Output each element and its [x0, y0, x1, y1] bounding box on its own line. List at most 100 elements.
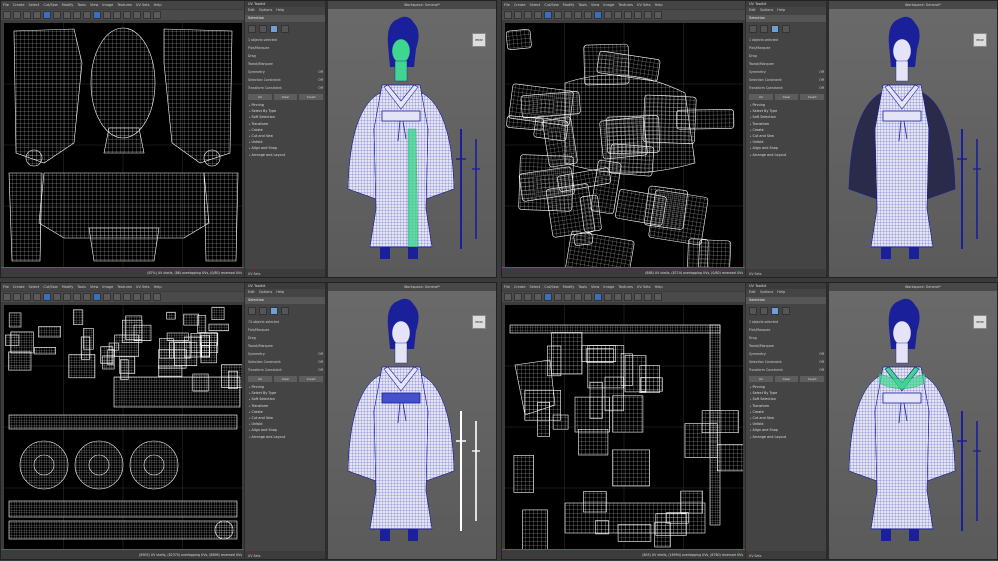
selection-section-header[interactable]: Selection	[245, 15, 326, 22]
toolkit-menu-edit[interactable]: Edit	[749, 289, 756, 296]
uv-tool-icon[interactable]	[624, 11, 632, 19]
transform-constraint-dropdown[interactable]: Off	[318, 368, 323, 372]
uv-canvas[interactable]	[505, 23, 743, 267]
transform-constraint-dropdown[interactable]: Off	[819, 86, 824, 90]
uv-tool-icon[interactable]	[143, 11, 151, 19]
toolkit-menu-edit[interactable]: Edit	[749, 7, 756, 14]
uv-tool-icon[interactable]	[584, 11, 592, 19]
uv-menu-uvsets[interactable]: UV Sets	[136, 283, 150, 291]
uv-tool-icon[interactable]	[23, 293, 31, 301]
vertex-mode-icon[interactable]	[248, 25, 256, 33]
face-mode-icon[interactable]	[771, 25, 779, 33]
drag-row[interactable]: Drag	[746, 334, 827, 342]
uv-tool-icon[interactable]	[654, 11, 662, 19]
uv-tool-icon[interactable]	[614, 293, 622, 301]
uv-tool-icon[interactable]	[554, 11, 562, 19]
uv-menu-textures[interactable]: Textures	[117, 283, 132, 291]
toolkit-menu-help[interactable]: Help	[777, 289, 785, 296]
uv-tool-icon[interactable]	[554, 293, 562, 301]
selection-section-header[interactable]: Selection	[746, 297, 827, 304]
uv-tool-icon[interactable]	[604, 11, 612, 19]
toolkit-menu-help[interactable]: Help	[777, 7, 785, 14]
uv-tool-icon[interactable]	[53, 11, 61, 19]
transform-constraint-dropdown[interactable]: Off	[318, 86, 323, 90]
uv-menu-help[interactable]: Help	[655, 1, 663, 9]
uv-tool-icon[interactable]	[83, 11, 91, 19]
uv-menu-select[interactable]: Select	[530, 1, 541, 9]
uv-sets-bar[interactable]: UV Sets	[245, 269, 327, 277]
tweak-marquee-row[interactable]: Tweak/Marquee	[746, 342, 827, 350]
uv-menu-cutsew[interactable]: Cut/Sew	[43, 283, 57, 291]
uv-tool-icon[interactable]	[604, 293, 612, 301]
symmetry-dropdown[interactable]: Off	[318, 70, 323, 74]
section-arrange-and-layout[interactable]: Arrange and Layout	[245, 152, 326, 158]
uv-tool-icon[interactable]	[544, 11, 552, 19]
uv-menu-select[interactable]: Select	[29, 283, 40, 291]
uv-tool-icon[interactable]	[644, 293, 652, 301]
toolkit-menu-help[interactable]: Help	[276, 7, 284, 14]
clear-button[interactable]: Clear	[273, 94, 298, 100]
uv-tool-icon[interactable]	[133, 11, 141, 19]
uv-menu-view[interactable]: View	[591, 1, 599, 9]
uv-tool-icon[interactable]	[33, 11, 41, 19]
uv-tool-icon[interactable]	[534, 11, 542, 19]
uv-tool-icon[interactable]	[594, 293, 602, 301]
select-all-button[interactable]: All	[248, 94, 272, 100]
uv-tool-icon[interactable]	[53, 293, 61, 301]
invert-button[interactable]: Invert	[800, 376, 825, 382]
uv-tool-icon[interactable]	[644, 11, 652, 19]
uv-tool-icon[interactable]	[634, 11, 642, 19]
uv-tool-icon[interactable]	[123, 11, 131, 19]
uv-tool-icon[interactable]	[504, 293, 512, 301]
uv-menu-cutsew[interactable]: Cut/Sew	[43, 1, 57, 9]
invert-button[interactable]: Invert	[299, 376, 324, 382]
face-mode-icon[interactable]	[771, 307, 779, 315]
uv-menu-file[interactable]: File	[3, 283, 9, 291]
vertex-mode-icon[interactable]	[248, 307, 256, 315]
toolkit-menu-help[interactable]: Help	[276, 289, 284, 296]
selection-constraint-dropdown[interactable]: Off	[819, 360, 824, 364]
tweak-marquee-row[interactable]: Tweak/Marquee	[746, 60, 827, 68]
uv-tool-icon[interactable]	[73, 11, 81, 19]
invert-button[interactable]: Invert	[800, 94, 825, 100]
toolkit-menu-options[interactable]: Options	[760, 289, 774, 296]
uv-tool-icon[interactable]	[614, 11, 622, 19]
uv-menu-textures[interactable]: Textures	[117, 1, 132, 9]
workspace-dropdown[interactable]: General*	[425, 3, 440, 7]
uv-tool-icon[interactable]	[73, 293, 81, 301]
uv-menu-uvsets[interactable]: UV Sets	[136, 1, 150, 9]
uv-tool-icon[interactable]	[3, 11, 11, 19]
uv-menu-cutsew[interactable]: Cut/Sew	[544, 283, 558, 291]
tweak-marquee-row[interactable]: Tweak/Marquee	[245, 60, 326, 68]
perspective-viewport[interactable]: Workspace: General* PERSP	[829, 283, 997, 559]
uv-menu-create[interactable]: Create	[13, 1, 25, 9]
uv-tool-icon[interactable]	[524, 11, 532, 19]
uv-menu-image[interactable]: Image	[102, 283, 113, 291]
uv-tool-icon[interactable]	[634, 293, 642, 301]
perspective-viewport[interactable]: Workspace: General* PERSP	[829, 1, 997, 277]
pick-marquee-row[interactable]: Pick/Marquee	[746, 44, 827, 52]
uv-sets-bar[interactable]: UV Sets	[245, 551, 327, 559]
uv-menu-image[interactable]: Image	[603, 283, 614, 291]
symmetry-dropdown[interactable]: Off	[819, 70, 824, 74]
drag-row[interactable]: Drag	[746, 52, 827, 60]
uv-tool-icon[interactable]	[123, 293, 131, 301]
tweak-marquee-row[interactable]: Tweak/Marquee	[245, 342, 326, 350]
uv-tool-icon[interactable]	[584, 293, 592, 301]
uv-menu-file[interactable]: File	[504, 283, 510, 291]
uv-sets-bar[interactable]: UV Sets	[746, 269, 828, 277]
uv-tool-icon[interactable]	[63, 293, 71, 301]
uv-tool-icon[interactable]	[564, 11, 572, 19]
selection-constraint-dropdown[interactable]: Off	[318, 360, 323, 364]
symmetry-dropdown[interactable]: Off	[318, 352, 323, 356]
edge-mode-icon[interactable]	[760, 25, 768, 33]
uv-menu-help[interactable]: Help	[154, 283, 162, 291]
pick-marquee-row[interactable]: Pick/Marquee	[245, 44, 326, 52]
face-mode-icon[interactable]	[270, 307, 278, 315]
selection-constraint-dropdown[interactable]: Off	[819, 78, 824, 82]
edge-mode-icon[interactable]	[760, 307, 768, 315]
uv-canvas[interactable]	[4, 305, 242, 549]
vertex-mode-icon[interactable]	[749, 25, 757, 33]
uv-tool-icon[interactable]	[3, 293, 11, 301]
selection-constraint-dropdown[interactable]: Off	[318, 78, 323, 82]
